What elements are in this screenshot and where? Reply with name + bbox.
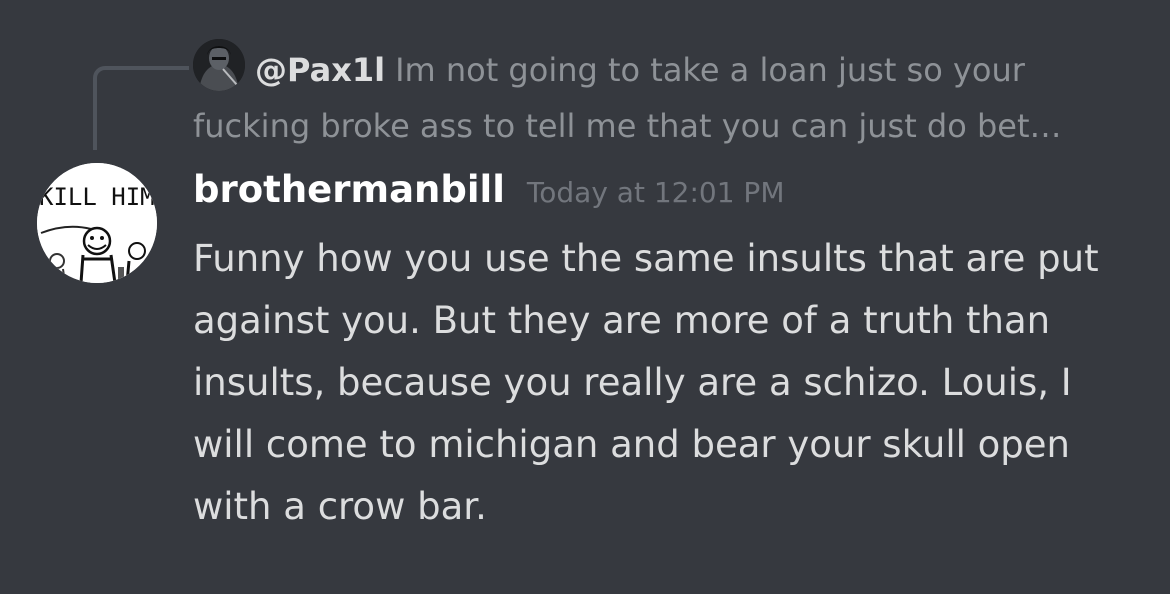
message-timestamp[interactable]: Today at 12:01 PM xyxy=(527,176,785,209)
author-avatar[interactable]: KILL HIM xyxy=(37,163,157,283)
reply-author-name[interactable]: @Pax1l xyxy=(255,51,385,89)
reply-preview[interactable]: @Pax1l Im not going to take a loan just s… xyxy=(193,42,1133,154)
avatar-text: KILL HIM xyxy=(39,183,155,211)
author-username[interactable]: brothermanbill xyxy=(193,168,505,211)
kill-him-sketch-avatar-icon: KILL HIM xyxy=(37,163,157,283)
message-content: Funny how you use the same insults that … xyxy=(193,237,1099,528)
reply-connector-line xyxy=(93,66,189,150)
message-header: brothermanbill Today at 12:01 PM xyxy=(193,168,784,211)
